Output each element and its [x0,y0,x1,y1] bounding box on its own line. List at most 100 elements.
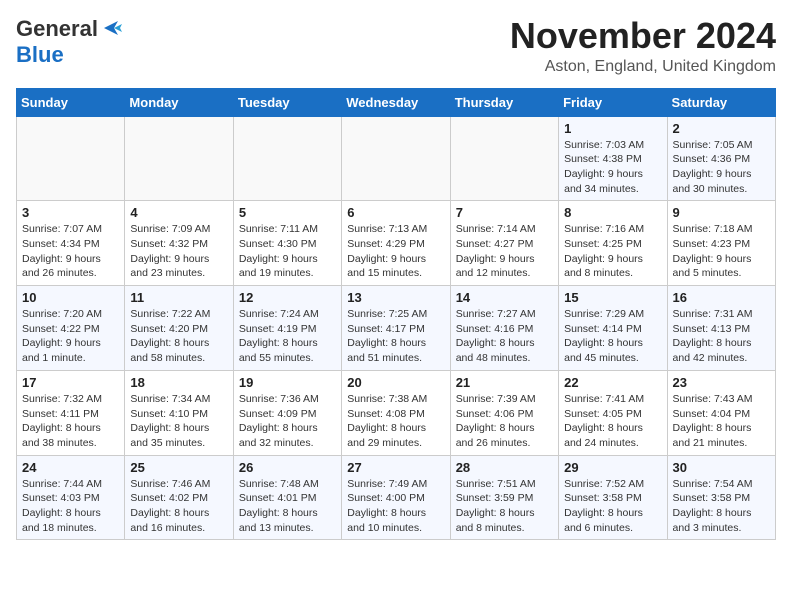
day-info: Sunrise: 7:16 AMSunset: 4:25 PMDaylight:… [564,222,661,281]
day-number: 2 [673,121,770,136]
calendar-cell: 2 Sunrise: 7:05 AMSunset: 4:36 PMDaylight… [667,116,775,201]
day-info: Sunrise: 7:54 AMSunset: 3:58 PMDaylight:… [673,477,770,536]
day-info: Sunrise: 7:41 AMSunset: 4:05 PMDaylight:… [564,392,661,451]
calendar-cell: 9 Sunrise: 7:18 AMSunset: 4:23 PMDaylight… [667,201,775,286]
calendar-week-5: 24 Sunrise: 7:44 AMSunset: 4:03 PMDayligh… [17,455,776,540]
calendar-cell [17,116,125,201]
day-number: 3 [22,205,119,220]
calendar-cell: 13 Sunrise: 7:25 AMSunset: 4:17 PMDayligh… [342,286,450,371]
calendar-cell: 7Sunrise: 7:14 AMSunset: 4:27 PMDaylight… [450,201,558,286]
day-info: Sunrise: 7:38 AMSunset: 4:08 PMDaylight:… [347,392,444,451]
calendar-cell: 23Sunrise: 7:43 AMSunset: 4:04 PMDayligh… [667,370,775,455]
col-monday: Monday [125,88,233,116]
calendar-cell: 25 Sunrise: 7:46 AMSunset: 4:02 PMDayligh… [125,455,233,540]
day-info: Sunrise: 7:05 AMSunset: 4:36 PMDaylight:… [673,138,770,197]
day-info: Sunrise: 7:24 AMSunset: 4:19 PMDaylight:… [239,307,336,366]
calendar-cell: 1 Sunrise: 7:03 AMSunset: 4:38 PMDaylight… [559,116,667,201]
day-info: Sunrise: 7:32 AMSunset: 4:11 PMDaylight:… [22,392,119,451]
calendar-cell: 3 Sunrise: 7:07 AMSunset: 4:34 PMDaylight… [17,201,125,286]
day-number: 6 [347,205,444,220]
day-number: 30 [673,460,770,475]
day-info: Sunrise: 7:25 AMSunset: 4:17 PMDaylight:… [347,307,444,366]
day-number: 21 [456,375,553,390]
logo: General Blue [16,16,122,68]
logo-blue: Blue [16,42,64,67]
calendar-cell: 29Sunrise: 7:52 AMSunset: 3:58 PMDayligh… [559,455,667,540]
calendar-cell [233,116,341,201]
calendar-cell: 21 Sunrise: 7:39 AMSunset: 4:06 PMDayligh… [450,370,558,455]
day-number: 1 [564,121,661,136]
calendar-cell: 15Sunrise: 7:29 AMSunset: 4:14 PMDayligh… [559,286,667,371]
day-info: Sunrise: 7:52 AMSunset: 3:58 PMDaylight:… [564,477,661,536]
calendar-week-1: 1 Sunrise: 7:03 AMSunset: 4:38 PMDaylight… [17,116,776,201]
calendar-cell: 17 Sunrise: 7:32 AMSunset: 4:11 PMDayligh… [17,370,125,455]
calendar-cell: 6 Sunrise: 7:13 AMSunset: 4:29 PMDaylight… [342,201,450,286]
calendar-cell: 30 Sunrise: 7:54 AMSunset: 3:58 PMDayligh… [667,455,775,540]
day-number: 13 [347,290,444,305]
day-number: 20 [347,375,444,390]
calendar-cell [450,116,558,201]
day-info: Sunrise: 7:18 AMSunset: 4:23 PMDaylight:… [673,222,770,281]
col-saturday: Saturday [667,88,775,116]
day-info: Sunrise: 7:22 AMSunset: 4:20 PMDaylight:… [130,307,227,366]
logo-bird-icon [100,19,122,37]
calendar-cell: 11 Sunrise: 7:22 AMSunset: 4:20 PMDayligh… [125,286,233,371]
day-number: 9 [673,205,770,220]
calendar-cell: 14 Sunrise: 7:27 AMSunset: 4:16 PMDayligh… [450,286,558,371]
day-number: 18 [130,375,227,390]
day-info: Sunrise: 7:11 AMSunset: 4:30 PMDaylight:… [239,222,336,281]
day-info: Sunrise: 7:07 AMSunset: 4:34 PMDaylight:… [22,222,119,281]
day-info: Sunrise: 7:39 AMSunset: 4:06 PMDaylight:… [456,392,553,451]
day-number: 23 [673,375,770,390]
title-area: November 2024 Aston, England, United Kin… [510,16,776,76]
calendar-week-2: 3 Sunrise: 7:07 AMSunset: 4:34 PMDaylight… [17,201,776,286]
day-number: 10 [22,290,119,305]
calendar-cell: 8 Sunrise: 7:16 AMSunset: 4:25 PMDaylight… [559,201,667,286]
day-info: Sunrise: 7:48 AMSunset: 4:01 PMDaylight:… [239,477,336,536]
day-info: Sunrise: 7:03 AMSunset: 4:38 PMDaylight:… [564,138,661,197]
calendar-week-4: 17 Sunrise: 7:32 AMSunset: 4:11 PMDayligh… [17,370,776,455]
day-number: 15 [564,290,661,305]
day-info: Sunrise: 7:20 AMSunset: 4:22 PMDaylight:… [22,307,119,366]
day-number: 17 [22,375,119,390]
day-info: Sunrise: 7:13 AMSunset: 4:29 PMDaylight:… [347,222,444,281]
day-number: 24 [22,460,119,475]
calendar-cell: 24 Sunrise: 7:44 AMSunset: 4:03 PMDayligh… [17,455,125,540]
day-info: Sunrise: 7:46 AMSunset: 4:02 PMDaylight:… [130,477,227,536]
header: General Blue November 2024 Aston, Englan… [16,16,776,76]
day-info: Sunrise: 7:34 AMSunset: 4:10 PMDaylight:… [130,392,227,451]
day-info: Sunrise: 7:14 AMSunset: 4:27 PMDaylight:… [456,222,553,281]
col-tuesday: Tuesday [233,88,341,116]
logo-general: General [16,16,98,42]
day-number: 14 [456,290,553,305]
month-title: November 2024 [510,16,776,56]
calendar-cell [342,116,450,201]
day-info: Sunrise: 7:09 AMSunset: 4:32 PMDaylight:… [130,222,227,281]
day-number: 25 [130,460,227,475]
day-info: Sunrise: 7:31 AMSunset: 4:13 PMDaylight:… [673,307,770,366]
calendar-cell [125,116,233,201]
day-number: 26 [239,460,336,475]
calendar-cell: 10 Sunrise: 7:20 AMSunset: 4:22 PMDayligh… [17,286,125,371]
day-number: 11 [130,290,227,305]
header-row: Sunday Monday Tuesday Wednesday Thursday… [17,88,776,116]
calendar-cell: 27Sunrise: 7:49 AMSunset: 4:00 PMDayligh… [342,455,450,540]
col-wednesday: Wednesday [342,88,450,116]
calendar-cell: 26 Sunrise: 7:48 AMSunset: 4:01 PMDayligh… [233,455,341,540]
day-info: Sunrise: 7:27 AMSunset: 4:16 PMDaylight:… [456,307,553,366]
calendar-cell: 19Sunrise: 7:36 AMSunset: 4:09 PMDayligh… [233,370,341,455]
day-info: Sunrise: 7:36 AMSunset: 4:09 PMDaylight:… [239,392,336,451]
day-number: 22 [564,375,661,390]
day-number: 8 [564,205,661,220]
col-friday: Friday [559,88,667,116]
calendar-cell: 22 Sunrise: 7:41 AMSunset: 4:05 PMDayligh… [559,370,667,455]
calendar-body: 1 Sunrise: 7:03 AMSunset: 4:38 PMDaylight… [17,116,776,540]
calendar-header: Sunday Monday Tuesday Wednesday Thursday… [17,88,776,116]
day-number: 27 [347,460,444,475]
calendar-table: Sunday Monday Tuesday Wednesday Thursday… [16,88,776,541]
col-sunday: Sunday [17,88,125,116]
day-info: Sunrise: 7:51 AMSunset: 3:59 PMDaylight:… [456,477,553,536]
day-number: 4 [130,205,227,220]
day-info: Sunrise: 7:44 AMSunset: 4:03 PMDaylight:… [22,477,119,536]
calendar-cell: 12Sunrise: 7:24 AMSunset: 4:19 PMDayligh… [233,286,341,371]
